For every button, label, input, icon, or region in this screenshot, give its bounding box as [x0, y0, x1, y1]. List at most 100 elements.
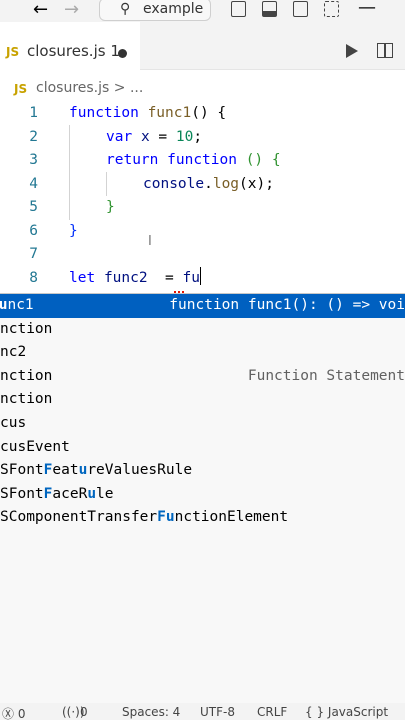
- code-line[interactable]: 6 }: [0, 220, 405, 244]
- token: x: [140, 128, 150, 145]
- text-cursor: [199, 266, 202, 285]
- suggestion-item[interactable]: cusEvent: [0, 436, 405, 460]
- suggestion-item[interactable]: cus: [0, 412, 405, 436]
- line-number: 7: [29, 246, 38, 262]
- token: function: [167, 152, 237, 168]
- toggle-panel-icon[interactable]: [262, 1, 277, 17]
- suggestion-widget[interactable]: func1function func1(): () => voinctionnc…: [0, 293, 405, 704]
- command-center-search[interactable]: ⚲ example: [99, 0, 211, 21]
- mouse-ibeam-icon: I: [148, 234, 152, 249]
- arrow-left-icon[interactable]: ←: [33, 0, 48, 20]
- split-editor-icon[interactable]: [377, 43, 393, 58]
- label-text: nc2: [0, 344, 27, 361]
- line-number: 5: [29, 199, 38, 215]
- token: () {: [191, 105, 227, 121]
- tab-label: closures.js 1: [27, 42, 120, 60]
- code-line[interactable]: 4 console.log(x);: [0, 173, 405, 197]
- problems-indicator[interactable]: Ⓧ 0: [2, 705, 25, 722]
- token: return: [106, 152, 159, 168]
- token: var: [106, 128, 133, 145]
- token: console: [143, 175, 205, 192]
- suggestion-detail: function func1(): () => voi: [169, 297, 405, 313]
- label-text: cusEvent: [0, 438, 70, 455]
- toggle-primary-sidebar-icon[interactable]: [231, 1, 246, 17]
- eol-selector[interactable]: CRLF: [257, 705, 287, 719]
- suggestion-item[interactable]: nction: [0, 388, 405, 412]
- status-bar: Ⓧ 0 ((·)) 0 Spaces: 4 UTF-8 CRLF { } Jav…: [0, 703, 405, 722]
- label-text: nction: [0, 391, 53, 408]
- minimize-icon[interactable]: —: [358, 0, 376, 18]
- code-line[interactable]: 1 function func1() {: [0, 102, 405, 126]
- tab-closures-js[interactable]: JS closures.js 1: [0, 22, 140, 70]
- suggestion-item[interactable]: func1 function func1(): () => voi: [0, 294, 405, 318]
- code-editor[interactable]: 1 function func1() { 2 var x = 10; 3 ret…: [0, 102, 405, 286]
- label-text: aceR: [52, 485, 88, 502]
- token: (x);: [239, 175, 274, 192]
- code-text: var x = 10;: [106, 126, 202, 150]
- token: () {: [236, 152, 281, 168]
- token: func2: [103, 269, 148, 286]
- token: ;: [193, 128, 203, 145]
- run-icon[interactable]: [346, 44, 358, 58]
- ports-count[interactable]: 0: [80, 705, 88, 719]
- label-text: nc1: [7, 297, 34, 313]
- tab-bar: JS closures.js 1: [0, 22, 405, 70]
- suggestion-item[interactable]: nction Function Statement: [0, 365, 405, 389]
- search-text: example: [143, 1, 204, 17]
- token: func1: [147, 105, 192, 121]
- language-mode-selector[interactable]: { } JavaScript: [305, 705, 388, 719]
- breadcrumb-path[interactable]: closures.js > ...: [36, 80, 143, 96]
- line-number: 1: [29, 105, 38, 121]
- encoding-selector[interactable]: UTF-8: [200, 705, 235, 719]
- token: fu: [182, 269, 200, 286]
- suggestion-label: func1: [0, 294, 34, 318]
- suggestion-label: cus: [0, 412, 26, 436]
- line-number: 3: [29, 152, 38, 168]
- indentation-selector[interactable]: Spaces: 4: [122, 705, 180, 719]
- line-number: 4: [29, 175, 38, 192]
- code-line[interactable]: 3 return function () {: [0, 149, 405, 173]
- label-text: nction: [0, 320, 53, 337]
- arrow-right-icon[interactable]: →: [64, 0, 79, 20]
- match-highlight: Fu: [157, 509, 175, 526]
- suggestion-item[interactable]: nc2: [0, 341, 405, 365]
- token: let: [69, 269, 96, 286]
- line-number: 6: [29, 222, 38, 239]
- suggestion-item[interactable]: SFontFeatureValuesRule: [0, 459, 405, 483]
- code-text: return function () {: [106, 149, 281, 173]
- code-line[interactable]: 7: [0, 243, 405, 267]
- label-text: eat: [52, 462, 79, 479]
- suggestion-label: nction: [0, 365, 52, 389]
- unsaved-dot-icon[interactable]: [118, 49, 127, 58]
- token: 10: [175, 128, 194, 145]
- suggestion-item[interactable]: SFontFaceRule: [0, 483, 405, 507]
- suggestion-label: SComponentTransferFunctionElement: [0, 506, 288, 530]
- line-number: 2: [29, 128, 38, 145]
- token: =: [147, 269, 183, 286]
- label-text: le: [96, 485, 114, 502]
- code-line[interactable]: 8 let func2 = fu: [0, 266, 405, 291]
- label-text: SFont: [0, 485, 44, 502]
- code-line[interactable]: 5 }: [0, 196, 405, 220]
- label-text: nctionElement: [174, 509, 289, 526]
- code-text: console.log(x);: [143, 173, 274, 197]
- customize-layout-icon[interactable]: [324, 1, 339, 17]
- suggestion-label: SFontFaceRule: [0, 483, 114, 507]
- label-text: SComponentTransfer: [0, 509, 158, 526]
- suggestion-label: nc2: [0, 341, 26, 365]
- suggestion-item[interactable]: nction: [0, 318, 405, 342]
- suggestion-label: nction: [0, 318, 52, 342]
- toggle-secondary-sidebar-icon[interactable]: [293, 1, 308, 17]
- search-icon: ⚲: [120, 1, 131, 17]
- suggestion-detail: Function Statement: [247, 367, 405, 384]
- javascript-file-icon: JS: [14, 82, 28, 96]
- token: log: [212, 175, 240, 192]
- token: }: [69, 222, 78, 239]
- suggestion-label: nction: [0, 388, 52, 412]
- label-text: nction: [0, 367, 53, 384]
- suggestion-item[interactable]: SComponentTransferFunctionElement: [0, 506, 405, 530]
- code-line[interactable]: 2 var x = 10;: [0, 126, 405, 150]
- title-bar: ← → ⚲ example —: [0, 0, 405, 22]
- code-text: function func1() {: [69, 102, 226, 126]
- match-highlight: u: [87, 485, 97, 502]
